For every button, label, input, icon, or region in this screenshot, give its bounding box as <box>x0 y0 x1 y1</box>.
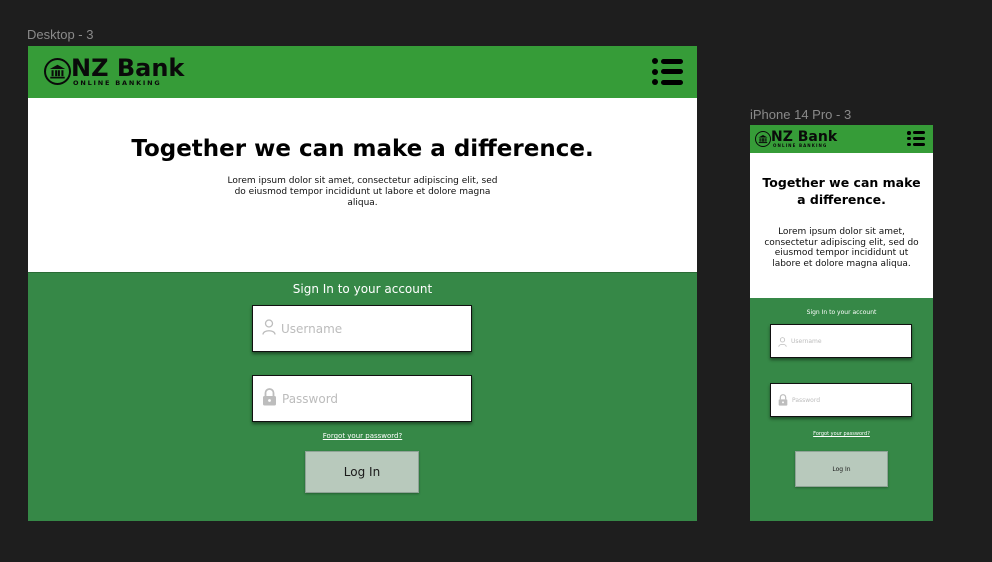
username-field[interactable] <box>252 305 472 352</box>
mobile-frame: NZ Bank ONLINE BANKING Together we can m… <box>750 125 933 521</box>
hero-section: Together we can make a difference. Lorem… <box>28 98 697 272</box>
logo-name: NZ Bank <box>71 54 185 82</box>
logo-subtitle: ONLINE BANKING <box>73 79 162 87</box>
logo-subtitle: ONLINE BANKING <box>773 143 828 148</box>
password-input[interactable] <box>792 396 911 404</box>
hero-body: Lorem ipsum dolor sit amet, consectetur … <box>227 176 498 208</box>
username-input[interactable] <box>281 321 471 336</box>
menu-list-icon[interactable] <box>652 58 684 85</box>
signin-section: Sign In to your account Forgot your pass… <box>28 272 697 521</box>
hero-title: Together we can make a difference. <box>762 175 921 207</box>
username-field[interactable] <box>770 324 912 358</box>
logo[interactable]: NZ Bank ONLINE BANKING <box>44 56 184 87</box>
header: NZ Bank ONLINE BANKING <box>28 46 697 98</box>
signin-title: Sign In to your account <box>292 282 433 296</box>
bank-building-icon <box>755 131 771 147</box>
login-button[interactable]: Log In <box>305 451 419 493</box>
hero-title: Together we can make a difference. <box>131 136 594 162</box>
password-input[interactable] <box>282 391 471 406</box>
login-button[interactable]: Log In <box>795 451 888 487</box>
password-field[interactable] <box>252 375 472 422</box>
header: NZ Bank ONLINE BANKING <box>750 125 933 153</box>
logo[interactable]: NZ Bank ONLINE BANKING <box>755 130 837 148</box>
user-icon <box>262 318 276 339</box>
desktop-frame-label: Desktop - 3 <box>27 27 94 42</box>
user-icon <box>778 332 787 351</box>
signin-title: Sign In to your account <box>806 309 877 316</box>
logo-name: NZ Bank <box>771 129 838 145</box>
signin-section: Sign In to your account Forgot your pass… <box>750 298 933 521</box>
mobile-frame-label: iPhone 14 Pro - 3 <box>750 107 852 122</box>
menu-list-icon[interactable] <box>907 131 925 146</box>
bank-building-icon <box>44 57 71 85</box>
hero-section: Together we can make a difference. Lorem… <box>750 153 933 298</box>
lock-icon <box>262 387 277 410</box>
forgot-password-link[interactable]: Forgot your password? <box>28 432 697 440</box>
username-input[interactable] <box>791 337 911 345</box>
hero-body: Lorem ipsum dolor sit amet, consectetur … <box>764 226 919 270</box>
lock-icon <box>778 391 788 410</box>
password-field[interactable] <box>770 383 912 417</box>
forgot-password-link[interactable]: Forgot your password? <box>750 431 933 437</box>
desktop-frame: NZ Bank ONLINE BANKING Together we can m… <box>28 46 697 521</box>
